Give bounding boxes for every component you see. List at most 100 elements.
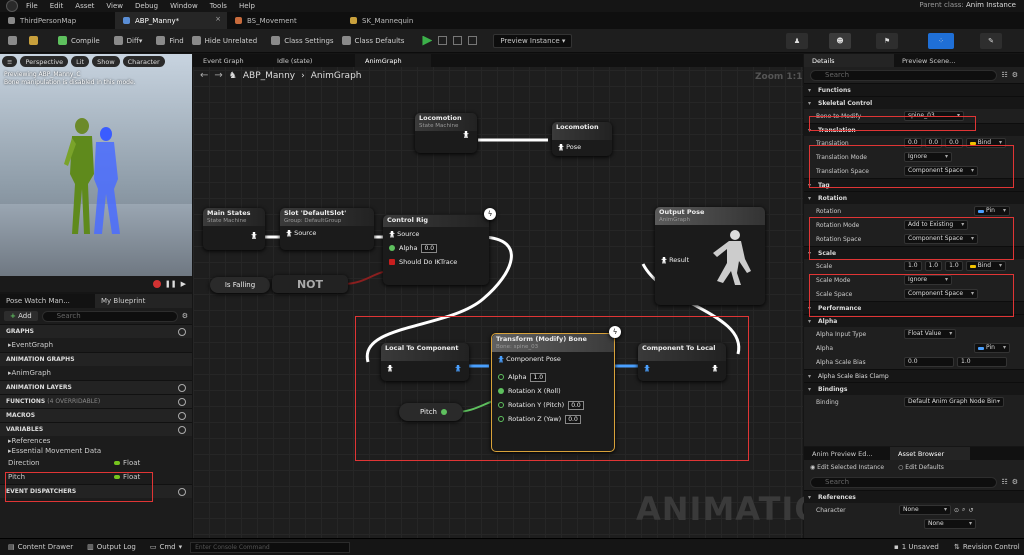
- pose-pin-icon[interactable]: [463, 131, 469, 138]
- physics-mode-button[interactable]: ✎: [980, 33, 1002, 49]
- node-locomotion-pose[interactable]: Locomotion Pose: [552, 122, 612, 156]
- browse-button[interactable]: [29, 36, 42, 45]
- filter-icon[interactable]: ☷: [1001, 71, 1007, 79]
- pose-pin-icon[interactable]: [251, 232, 257, 239]
- section-references[interactable]: References: [804, 490, 1024, 503]
- play-icon[interactable]: ▶: [181, 280, 186, 288]
- bind-dropdown[interactable]: Bind: [965, 261, 1007, 271]
- preview-instance-dropdown[interactable]: Preview Instance ▾: [493, 33, 573, 48]
- alpha-input-dropdown[interactable]: Float Value: [904, 329, 957, 339]
- filter-icon[interactable]: ☷: [1001, 478, 1007, 486]
- menu-asset[interactable]: Asset: [75, 2, 94, 10]
- output-log-button[interactable]: ▥ Output Log: [87, 543, 136, 551]
- search-input[interactable]: Search: [810, 69, 998, 81]
- tab-my-blueprint[interactable]: My Blueprint: [95, 294, 192, 308]
- add-icon[interactable]: [178, 411, 186, 420]
- add-icon[interactable]: [178, 383, 186, 392]
- node-is-falling[interactable]: Is Falling: [210, 277, 270, 293]
- tab-bs-movement[interactable]: BS_Movement: [227, 12, 342, 29]
- add-icon[interactable]: [178, 487, 186, 496]
- pause-icon[interactable]: ❚❚: [165, 280, 177, 288]
- list-item-essential[interactable]: ▸ Essential Movement Data: [0, 446, 192, 456]
- reference-dropdown[interactable]: None: [924, 519, 976, 529]
- list-item-eventgraph[interactable]: ▸ EventGraph: [0, 338, 192, 352]
- add-icon[interactable]: [178, 327, 186, 336]
- play-button[interactable]: [422, 35, 433, 46]
- section-macros[interactable]: MACROS: [0, 408, 192, 422]
- menu-window[interactable]: Window: [170, 2, 198, 10]
- character-button[interactable]: Character: [122, 56, 165, 67]
- node-control-rig[interactable]: Control Rig Source Alpha 0.0 Should Do IK…: [383, 215, 489, 285]
- diff-button[interactable]: Diff ▾: [113, 36, 142, 45]
- stop-button[interactable]: [453, 36, 463, 45]
- show-button[interactable]: Show: [92, 56, 120, 67]
- menu-debug[interactable]: Debug: [135, 2, 158, 10]
- source-pin[interactable]: Source: [280, 226, 374, 240]
- tab-pose-watch[interactable]: Pose Watch Man...: [0, 294, 95, 308]
- scale-y-field[interactable]: 1.0: [924, 261, 943, 271]
- section-variables[interactable]: VARIABLES: [0, 422, 192, 436]
- tab-preview-scene[interactable]: Preview Scene...: [894, 54, 984, 67]
- tab-details[interactable]: Details: [804, 54, 894, 67]
- menu-file[interactable]: File: [26, 2, 38, 10]
- section-skeletal-control[interactable]: Skeletal Control: [804, 96, 1024, 109]
- section-animation-graphs[interactable]: ANIMATION GRAPHS: [0, 352, 192, 366]
- section-functions[interactable]: FUNCTIONS (4 OVERRIDABLE): [0, 394, 192, 408]
- animation-mode-button[interactable]: ⚑: [876, 33, 898, 49]
- console-command-input[interactable]: Enter Console Command: [190, 541, 351, 553]
- skeleton-mode-button[interactable]: ♟: [786, 33, 808, 49]
- gear-icon[interactable]: ⚙: [182, 312, 188, 320]
- perspective-button[interactable]: Perspective: [20, 56, 69, 67]
- save-button[interactable]: [8, 36, 21, 45]
- hide-unrelated-button[interactable]: Hide Unrelated: [191, 36, 257, 45]
- node-locomotion-state-machine[interactable]: Locomotion State Machine: [415, 113, 477, 153]
- alpha-value[interactable]: 0.0: [421, 243, 438, 253]
- add-icon[interactable]: [178, 425, 186, 434]
- lit-button[interactable]: Lit: [71, 56, 90, 67]
- compile-button[interactable]: Compile: [58, 36, 100, 45]
- node-output-pose[interactable]: Output Pose AnimGraph Result: [655, 207, 765, 305]
- find-button[interactable]: Find: [156, 36, 184, 45]
- menu-help[interactable]: Help: [239, 2, 255, 10]
- browse-icon[interactable]: ⊙: [954, 507, 959, 514]
- edit-selected-radio[interactable]: ◉ Edit Selected Instance: [810, 464, 884, 471]
- node-not[interactable]: NOT: [272, 275, 348, 293]
- section-alpha-clamp[interactable]: Alpha Scale Bias Clamp: [804, 369, 1024, 382]
- search-input[interactable]: Search: [810, 476, 998, 488]
- section-graphs[interactable]: GRAPHS: [0, 324, 192, 338]
- alpha-bias-max-field[interactable]: 1.0: [957, 357, 1007, 367]
- section-bindings[interactable]: Bindings: [804, 382, 1024, 395]
- record-button[interactable]: [152, 280, 161, 288]
- character-dropdown[interactable]: None: [899, 505, 951, 515]
- search-input[interactable]: Search: [41, 310, 178, 322]
- tab-thirdpersonmap[interactable]: ThirdPersonMap: [0, 12, 115, 29]
- step-button[interactable]: [468, 36, 478, 45]
- menu-view[interactable]: View: [106, 2, 123, 10]
- node-main-states[interactable]: Main States State Machine: [203, 208, 265, 250]
- section-rotation[interactable]: Rotation: [804, 191, 1024, 204]
- section-animation-layers[interactable]: ANIMATION LAYERS: [0, 380, 192, 394]
- class-defaults-button[interactable]: Class Defaults: [341, 36, 404, 45]
- node-slot-default[interactable]: Slot 'DefaultSlot' Group: DefaultGroup So…: [280, 208, 374, 250]
- content-drawer-button[interactable]: ▤ Content Drawer: [8, 543, 73, 551]
- ik-trace-pin[interactable]: Should Do IKTrace: [383, 255, 489, 269]
- alpha-pin[interactable]: Alpha 0.0: [383, 241, 489, 255]
- viewport-menu-button[interactable]: ≡: [2, 56, 18, 67]
- section-functions[interactable]: Functions: [804, 83, 1024, 96]
- mesh-mode-button[interactable]: ☻: [829, 33, 851, 49]
- list-item-references[interactable]: ▸ References: [0, 436, 192, 446]
- gear-icon[interactable]: ⚙: [1012, 71, 1018, 79]
- pause-button[interactable]: [438, 36, 448, 45]
- pin-dropdown[interactable]: Pin: [974, 343, 1010, 353]
- tab-asset-browser[interactable]: Asset Browser: [890, 447, 970, 460]
- reset-icon[interactable]: ↺: [968, 507, 973, 514]
- pose-pin[interactable]: Pose: [552, 140, 612, 154]
- preview-viewport[interactable]: ≡ Perspective Lit Show Character Preview…: [0, 54, 192, 276]
- edit-defaults-radio[interactable]: ○ Edit Defaults: [898, 464, 944, 471]
- unsaved-button[interactable]: ▪ 1 Unsaved: [894, 543, 939, 551]
- class-settings-button[interactable]: Class Settings: [271, 36, 334, 45]
- add-button[interactable]: + Add: [4, 311, 38, 321]
- binding-dropdown[interactable]: Default Anim Graph Node Bin: [904, 397, 1004, 407]
- tab-sk-mannequin[interactable]: SK_Mannequin: [342, 12, 457, 29]
- menu-edit[interactable]: Edit: [50, 2, 64, 10]
